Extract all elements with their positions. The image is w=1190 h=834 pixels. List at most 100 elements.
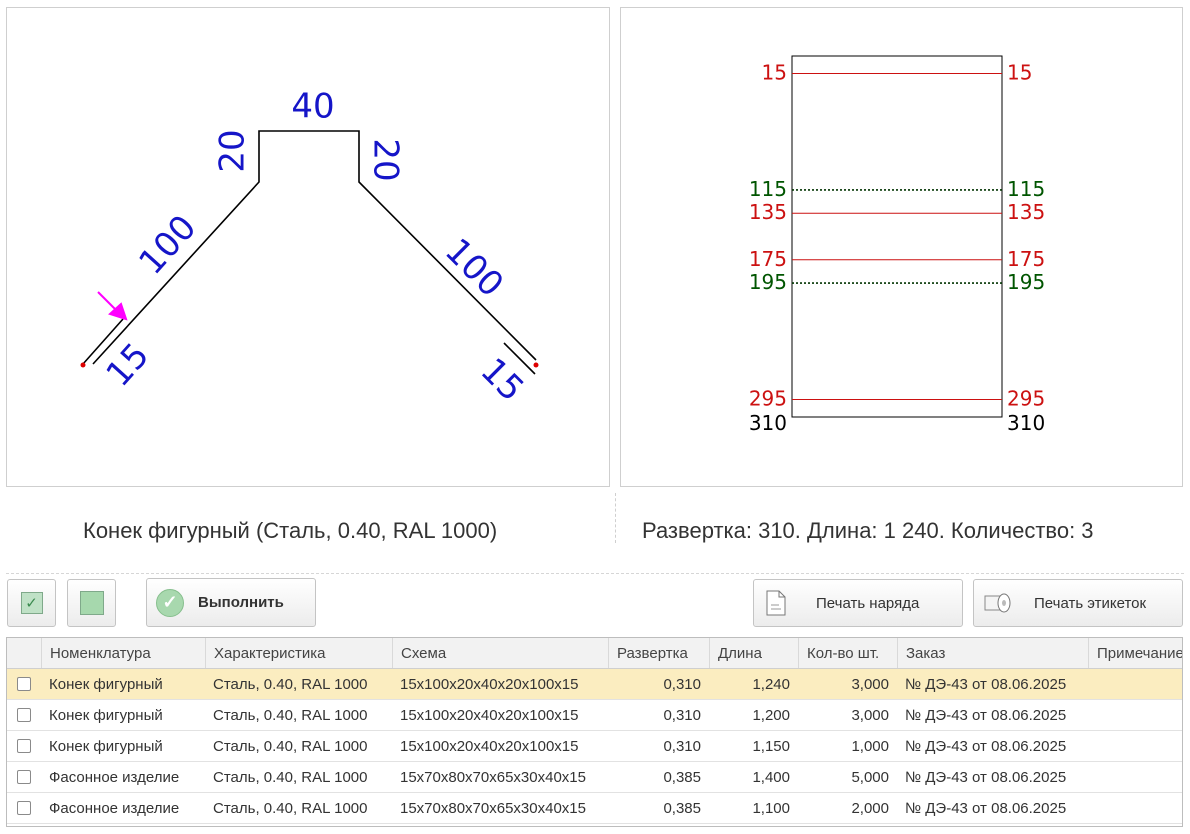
right-end-dot: [533, 362, 539, 368]
caption-divider: [615, 493, 616, 543]
dim-label-top: 40: [291, 87, 334, 127]
cell-scheme: 15x100x20x40x20x100x15: [400, 737, 579, 755]
table-row[interactable]: Фасонное изделие Сталь, 0.40, RAL 1000 15x…: [7, 793, 1182, 824]
unfold-label-left-310: 310: [749, 411, 787, 435]
unfold-drawing-panel: 15 15 115 115 135 135 175 175 195 195 295 295 310 310: [620, 7, 1183, 487]
cell-note: [1088, 793, 1182, 823]
cell-unfold: 0,310: [663, 706, 701, 724]
table-row[interactable]: Фасонное изделие Сталь, 0.40, RAL 1000 15x…: [7, 762, 1182, 793]
direction-arrow: [97, 291, 128, 321]
cell-length: 1,150: [752, 737, 790, 755]
unfold-label-right-195: 195: [1007, 270, 1045, 294]
header-quantity[interactable]: Кол-во шт.: [798, 638, 897, 668]
unfold-label-left-15: 15: [762, 60, 787, 84]
row-checkbox-cell: [7, 669, 41, 699]
row-checkbox[interactable]: [17, 801, 31, 815]
header-length[interactable]: Длина: [709, 638, 798, 668]
unfold-drawing: 15 15115 115135 135175 175195 195295 295310 310: [749, 55, 1045, 435]
uncheck-all-button[interactable]: [67, 579, 116, 627]
cell-order: № ДЭ-43 от 08.06.2025: [905, 706, 1067, 724]
cell-order: № ДЭ-43 от 08.06.2025: [905, 675, 1067, 693]
cell-note: [1088, 731, 1182, 761]
unfold-label-right-295: 295: [1007, 387, 1045, 411]
row-checkbox[interactable]: [17, 677, 31, 691]
cell-nomenclature: Конек фигурный: [49, 675, 163, 693]
cell-scheme: 15x100x20x40x20x100x15: [400, 706, 579, 724]
cell-unfold: 0,385: [663, 799, 701, 817]
row-checkbox-cell: [7, 762, 41, 792]
cell-unfold: 0,385: [663, 768, 701, 786]
row-checkbox-cell: [7, 700, 41, 730]
check-circle-icon: ✓: [156, 588, 184, 617]
unfold-label-left-295: 295: [749, 387, 787, 411]
cell-characteristic: Сталь, 0.40, RAL 1000: [213, 706, 368, 724]
print-labels-button[interactable]: Печать этикеток: [973, 579, 1183, 627]
header-note[interactable]: Примечание: [1088, 638, 1182, 668]
cell-scheme: 15x70x80x70x65x30x40x15: [400, 768, 586, 786]
execute-button[interactable]: ✓ Выполнить: [146, 578, 316, 627]
cell-characteristic: Сталь, 0.40, RAL 1000: [213, 737, 368, 755]
cell-characteristic: Сталь, 0.40, RAL 1000: [213, 768, 368, 786]
header-nomenclature[interactable]: Номенклатура: [41, 638, 205, 668]
jobs-table: Номенклатура Характеристика Схема Развер…: [6, 637, 1183, 827]
unfold-label-right-175: 175: [1007, 247, 1045, 271]
print-order-label: Печать наряда: [816, 594, 920, 612]
cell-quantity: 2,000: [851, 799, 889, 817]
execute-button-label: Выполнить: [198, 594, 284, 611]
row-checkbox-cell: [7, 731, 41, 761]
print-order-button[interactable]: Печать наряда: [753, 579, 963, 627]
unfold-label-right-15: 15: [1007, 60, 1032, 84]
cell-characteristic: Сталь, 0.40, RAL 1000: [213, 675, 368, 693]
cell-scheme: 15x70x80x70x65x30x40x15: [400, 799, 586, 817]
row-checkbox[interactable]: [17, 739, 31, 753]
header-order[interactable]: Заказ: [897, 638, 1088, 668]
unfold-strip: [791, 55, 1003, 418]
cell-order: № ДЭ-43 от 08.06.2025: [905, 768, 1067, 786]
dim-label-hem-right: 15: [473, 351, 532, 410]
unfold-label-right-135: 135: [1007, 200, 1045, 224]
table-row[interactable]: Конек фигурный Сталь, 0.40, RAL 1000 15x10…: [7, 731, 1182, 762]
unfold-label-left-135: 135: [749, 200, 787, 224]
document-icon: [766, 590, 786, 616]
left-end-dot: [80, 362, 86, 368]
cell-nomenclature: Конек фигурный: [49, 706, 163, 724]
cell-characteristic: Сталь, 0.40, RAL 1000: [213, 799, 368, 817]
header-scheme[interactable]: Схема: [392, 638, 608, 668]
unfold-label-left-115: 115: [749, 177, 787, 201]
cell-order: № ДЭ-43 от 08.06.2025: [905, 737, 1067, 755]
print-labels-label: Печать этикеток: [1034, 594, 1147, 612]
cell-unfold: 0,310: [663, 675, 701, 693]
header-checkbox-column: [7, 638, 41, 668]
cell-order: № ДЭ-43 от 08.06.2025: [905, 799, 1067, 817]
unfold-label-right-310: 310: [1007, 411, 1045, 435]
cell-length: 1,240: [752, 675, 790, 693]
dim-label-slope-left: 100: [131, 207, 204, 282]
table-row[interactable]: Конек фигурный Сталь, 0.40, RAL 1000 15x10…: [7, 669, 1182, 700]
cell-quantity: 1,000: [851, 737, 889, 755]
unfold-label-left-195: 195: [749, 270, 787, 294]
cell-quantity: 3,000: [851, 675, 889, 693]
cell-nomenclature: Фасонное изделие: [49, 768, 180, 786]
cell-quantity: 3,000: [851, 706, 889, 724]
row-checkbox[interactable]: [17, 708, 31, 722]
cell-note: [1088, 669, 1182, 699]
profile-drawing-panel: 15 100 20 40 20 100 15: [6, 7, 610, 487]
label-roll-icon: [984, 593, 1011, 613]
header-unfold[interactable]: Развертка: [608, 638, 709, 668]
table-row[interactable]: Конек фигурный Сталь, 0.40, RAL 1000 15x10…: [7, 700, 1182, 731]
checkbox-checked-icon: ✓: [20, 592, 43, 614]
header-characteristic[interactable]: Характеристика: [205, 638, 392, 668]
cell-quantity: 5,000: [851, 768, 889, 786]
profile-drawing: 15 100 20 40 20 100 15: [80, 87, 539, 410]
dim-label-hem-left: 15: [99, 336, 158, 395]
cell-length: 1,400: [752, 768, 790, 786]
row-checkbox-cell: [7, 793, 41, 823]
unfold-label-right-115: 115: [1007, 177, 1045, 201]
cell-unfold: 0,310: [663, 737, 701, 755]
cell-nomenclature: Фасонное изделие: [49, 799, 180, 817]
check-all-button[interactable]: ✓: [7, 579, 56, 627]
row-checkbox[interactable]: [17, 770, 31, 784]
cell-nomenclature: Конек фигурный: [49, 737, 163, 755]
dim-label-riser-right: 20: [366, 138, 406, 181]
checkbox-empty-icon: [79, 591, 104, 615]
